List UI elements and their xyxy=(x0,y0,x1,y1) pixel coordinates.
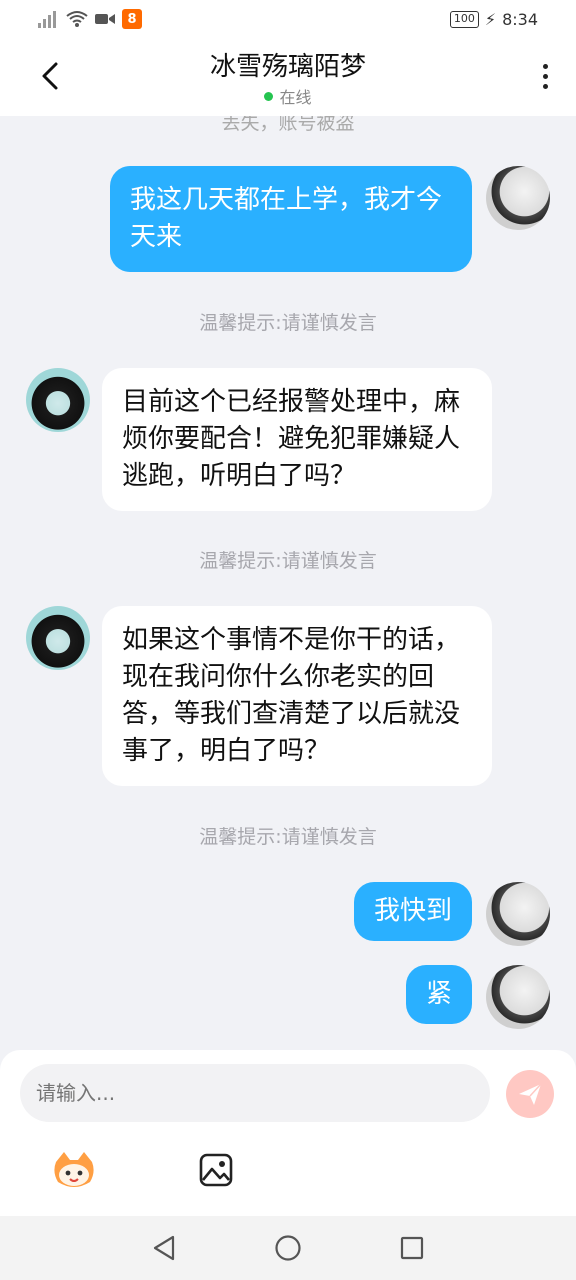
message-bubble[interactable]: 如果这个事情不是你干的话，现在我问你什么你老实的回答，等我们查清楚了以后就没事了… xyxy=(102,606,492,786)
message-bubble[interactable]: 我这几天都在上学，我才今天来 xyxy=(110,166,472,272)
image-button[interactable] xyxy=(192,1146,240,1194)
nav-recents-button[interactable] xyxy=(396,1232,428,1264)
message-list[interactable]: 丢失，账号被盗 我这几天都在上学，我才今天来 温馨提示:请谨慎发言 目前这个已经… xyxy=(0,116,576,1050)
message-bubble[interactable]: 目前这个已经报警处理中，麻烦你要配合！避免犯罪嫌疑人逃跑，听明白了吗？ xyxy=(102,368,492,511)
nav-home-button[interactable] xyxy=(272,1232,304,1264)
avatar[interactable] xyxy=(26,606,90,670)
emoji-button[interactable] xyxy=(50,1146,98,1194)
clock: 8:34 xyxy=(502,9,538,29)
battery-icon: 100 xyxy=(449,10,479,28)
image-icon xyxy=(199,1153,233,1187)
video-camera-icon xyxy=(95,14,115,24)
circle-home-icon xyxy=(275,1235,301,1261)
avatar[interactable] xyxy=(486,965,550,1029)
nav-back-button[interactable] xyxy=(148,1232,180,1264)
avatar[interactable] xyxy=(486,166,550,230)
message-row-incoming: 如果这个事情不是你干的话，现在我问你什么你老实的回答，等我们查清楚了以后就没事了… xyxy=(0,606,576,786)
app-notification-icon: 8 xyxy=(122,9,142,29)
more-options-button[interactable] xyxy=(538,58,552,94)
mascot-emoji-icon xyxy=(54,1152,94,1187)
signal-icon xyxy=(38,10,60,28)
square-recents-icon xyxy=(400,1236,424,1260)
message-bubble[interactable]: 我快到 xyxy=(353,882,472,941)
warning-tip: 温馨提示:请谨慎发言 xyxy=(199,550,377,572)
charging-icon: ⚡ xyxy=(484,9,497,29)
system-nav-bar xyxy=(0,1216,576,1280)
wifi-icon xyxy=(66,11,88,27)
online-dot-icon xyxy=(264,91,274,101)
composer xyxy=(0,1050,576,1216)
message-row-outgoing: 我这几天都在上学，我才今天来 xyxy=(0,166,576,272)
send-icon xyxy=(519,1083,542,1105)
message-row-outgoing: 我快到 xyxy=(0,882,576,946)
online-status-label: 在线 xyxy=(279,88,312,107)
send-button[interactable] xyxy=(506,1070,554,1118)
message-input[interactable] xyxy=(20,1064,490,1122)
warning-tip: 温馨提示:请谨慎发言 xyxy=(199,312,377,334)
chat-header: 冰雪殇璃陌梦 在线 xyxy=(0,38,576,116)
more-vertical-icon xyxy=(542,63,548,69)
truncated-message: 丢失，账号被盗 xyxy=(221,116,355,134)
online-status: 在线 xyxy=(0,84,576,108)
status-bar: 8 100 ⚡ 8:34 xyxy=(0,0,576,38)
warning-tip: 温馨提示:请谨慎发言 xyxy=(199,826,377,848)
contact-name: 冰雪殇璃陌梦 xyxy=(209,52,366,82)
avatar[interactable] xyxy=(26,368,90,432)
message-row-outgoing: 紧 xyxy=(0,965,576,1029)
triangle-back-icon xyxy=(153,1235,175,1261)
message-row-incoming: 目前这个已经报警处理中，麻烦你要配合！避免犯罪嫌疑人逃跑，听明白了吗？ xyxy=(0,368,576,511)
avatar[interactable] xyxy=(486,882,550,946)
message-bubble[interactable]: 紧 xyxy=(405,965,472,1024)
